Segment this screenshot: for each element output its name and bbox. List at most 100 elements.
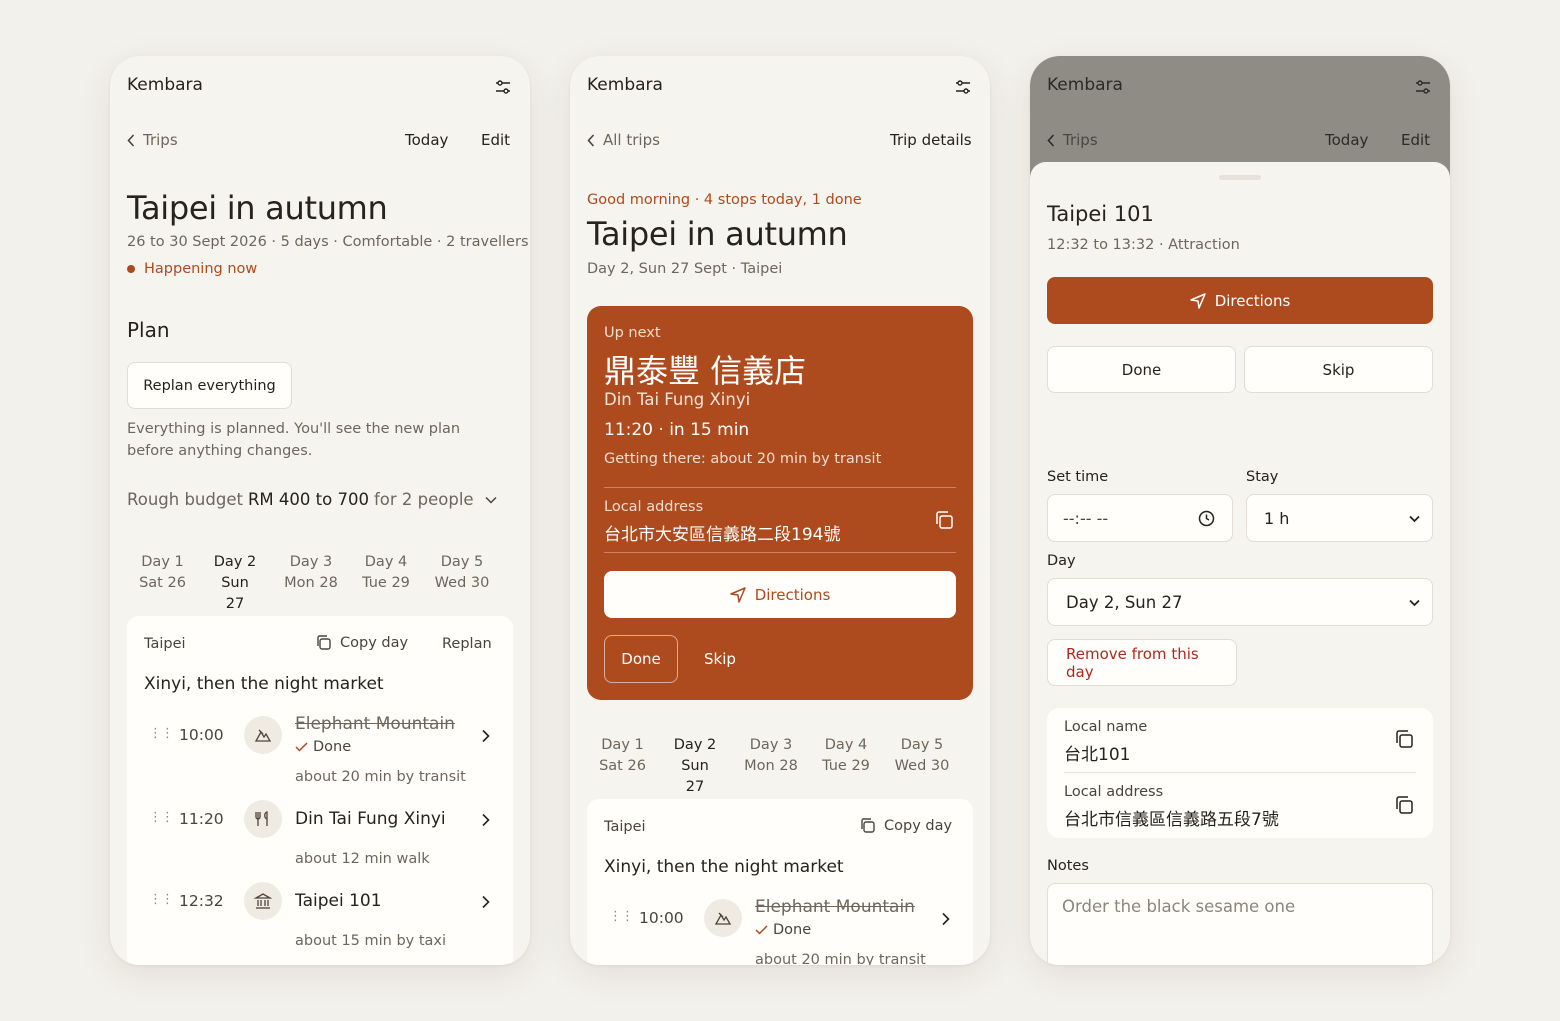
stay-select[interactable]: 1 h <box>1246 494 1433 542</box>
notes-label: Notes <box>1047 858 1089 874</box>
back-label: Trips <box>1063 131 1098 149</box>
getting-there: Getting there: about 20 min by transit <box>604 451 882 467</box>
set-time-input[interactable]: --:-- -- <box>1047 494 1233 542</box>
tab-day-4[interactable]: Day 4 Tue 29 <box>810 735 882 806</box>
chevron-down-icon <box>485 496 497 504</box>
budget-toggle[interactable]: Rough budget RM 400 to 700 for 2 people <box>127 490 497 509</box>
tab-day-2[interactable]: Day 2 Sun 27 <box>198 552 272 623</box>
done-label: Done <box>773 922 812 938</box>
tab-day-2[interactable]: Day 2 Sun 27 <box>658 735 732 806</box>
done-status: Done <box>755 922 811 938</box>
stop-time-line: 11:20 · in 15 min <box>604 420 750 440</box>
clock-icon[interactable] <box>1198 510 1215 527</box>
stop-row[interactable]: ⋮⋮ 11:20 Din Tai Fung Xinyi about 12 min… <box>127 795 513 875</box>
day-tabs: Day 1 Sat 26 Day 2 Sun 27 Day 3 Mon 28 Day … <box>127 552 502 623</box>
tab-day-3[interactable]: Day 3 Mon 28 <box>732 735 810 806</box>
stop-row[interactable]: ⋮⋮ 10:00 Elephant Mountain Done about 20… <box>587 894 973 965</box>
up-next-card: Up next 鼎泰豐 信義店 Din Tai Fung Xinyi 11:20… <box>587 306 973 700</box>
tab-day-1[interactable]: Day 1 Sat 26 <box>587 735 658 806</box>
replan-everything-button[interactable]: Replan everything <box>127 362 292 409</box>
stop-name: Din Tai Fung Xinyi <box>604 390 751 409</box>
copy-day-label: Copy day <box>884 817 953 834</box>
notes-placeholder: Order the black sesame one <box>1062 897 1296 916</box>
settings-sliders-icon[interactable] <box>494 78 512 96</box>
app-brand: Kembara <box>1047 75 1123 95</box>
stay-label: Stay <box>1246 469 1279 485</box>
drag-handle-icon[interactable]: ⋮⋮ <box>149 726 174 741</box>
back-to-trips-link[interactable]: Trips <box>127 131 178 149</box>
tab-day-label: Day 5 <box>900 737 944 753</box>
notes-textarea[interactable]: Order the black sesame one <box>1047 883 1433 965</box>
tab-day-label: Day 2 <box>673 737 717 753</box>
stop-detail-screen: Kembara Trips Today Edit Taipei 101 12:3… <box>1030 56 1450 965</box>
status-badge: Happening now <box>127 261 257 277</box>
tab-date-label: Sun 27 <box>681 758 709 795</box>
tab-date-label: Sun 27 <box>221 575 249 612</box>
tab-day-1[interactable]: Day 1 Sat 26 <box>127 552 198 623</box>
tab-day-label: Day 1 <box>141 554 184 570</box>
chevron-right-icon[interactable] <box>479 895 491 909</box>
divider <box>604 487 956 488</box>
directions-button[interactable]: Directions <box>604 571 956 618</box>
local-info-card: Local name 台北101 Local address 台北市信義區信義路… <box>1047 708 1433 838</box>
budget-suffix: for 2 people <box>373 490 474 509</box>
trip-overview-screen: Kembara Trips Today Edit Taipei in autum… <box>110 56 530 965</box>
drag-handle-icon[interactable]: ⋮⋮ <box>609 909 634 924</box>
tab-day-4[interactable]: Day 4 Tue 29 <box>350 552 422 623</box>
tab-day-3[interactable]: Day 3 Mon 28 <box>272 552 350 623</box>
replan-note: Everything is planned. You'll see the ne… <box>127 421 461 459</box>
done-button[interactable]: Done <box>604 635 678 683</box>
replan-day-button[interactable]: Replan <box>442 636 492 652</box>
stop-time: 10:00 <box>179 726 224 744</box>
directions-button[interactable]: Directions <box>1047 277 1433 324</box>
tab-date-label: Tue 29 <box>822 758 870 774</box>
travel-time: about 12 min walk <box>295 851 430 867</box>
day-city: Taipei <box>604 819 646 835</box>
tab-day-5[interactable]: Day 5 Wed 30 <box>882 735 962 806</box>
trip-details-link[interactable]: Trip details <box>890 131 972 149</box>
copy-day-button[interactable]: Copy day <box>859 817 952 834</box>
remove-from-day-button[interactable]: Remove from this day <box>1047 639 1237 686</box>
navigation-arrow-icon <box>1189 292 1206 309</box>
copy-icon[interactable] <box>933 509 955 531</box>
copy-icon[interactable] <box>1393 728 1415 750</box>
day-heading: Xinyi, then the night market <box>144 674 384 694</box>
tab-date-label: Sat 26 <box>599 758 646 774</box>
sheet-handle[interactable] <box>1219 175 1261 180</box>
day-select[interactable]: Day 2, Sun 27 <box>1047 578 1433 626</box>
sheet-title: Taipei 101 <box>1047 202 1154 226</box>
skip-button[interactable]: Skip <box>1244 346 1433 393</box>
tab-day-label: Day 4 <box>364 554 408 570</box>
time-value: --:-- -- <box>1063 509 1109 528</box>
copy-icon <box>317 635 331 650</box>
set-time-label: Set time <box>1047 469 1109 485</box>
landmark-icon <box>244 882 282 920</box>
tab-day-5[interactable]: Day 5 Wed 30 <box>422 552 502 623</box>
chevron-left-icon <box>127 133 135 147</box>
drag-handle-icon[interactable]: ⋮⋮ <box>149 810 174 825</box>
restaurant-icon <box>244 800 282 838</box>
trip-meta: 26 to 30 Sept 2026 · 5 days · Comfortabl… <box>127 234 529 250</box>
chevron-right-icon[interactable] <box>479 813 491 827</box>
day-tabs: Day 1 Sat 26 Day 2 Sun 27 Day 3 Mon 28 Day … <box>587 735 962 806</box>
status-label: Happening now <box>144 261 258 277</box>
back-to-all-trips-link[interactable]: All trips <box>587 131 660 149</box>
day-card: Taipei Copy day Xinyi, then the night ma… <box>587 799 973 965</box>
chevron-down-icon <box>1409 599 1420 607</box>
skip-button[interactable]: Skip <box>704 650 736 668</box>
done-button[interactable]: Done <box>1047 346 1236 393</box>
day-value: Day 2, Sun 27 <box>1066 593 1183 612</box>
edit-link: Edit <box>1401 131 1431 149</box>
copy-day-button[interactable]: Copy day <box>315 634 408 651</box>
settings-sliders-icon <box>1416 80 1430 94</box>
stop-row[interactable]: ⋮⋮ 12:32 Taipei 101 about 15 min by taxi <box>127 877 513 957</box>
chevron-right-icon[interactable] <box>479 729 491 743</box>
settings-sliders-icon[interactable] <box>954 78 972 96</box>
drag-handle-icon[interactable]: ⋮⋮ <box>149 892 174 907</box>
chevron-right-icon[interactable] <box>939 912 951 926</box>
today-link[interactable]: Today <box>405 131 448 149</box>
stop-row[interactable]: ⋮⋮ 10:00 Elephant Mountain Done about 20… <box>127 711 513 791</box>
edit-link[interactable]: Edit <box>481 131 510 149</box>
copy-icon[interactable] <box>1393 794 1415 816</box>
navigation-arrow-icon <box>729 586 746 603</box>
